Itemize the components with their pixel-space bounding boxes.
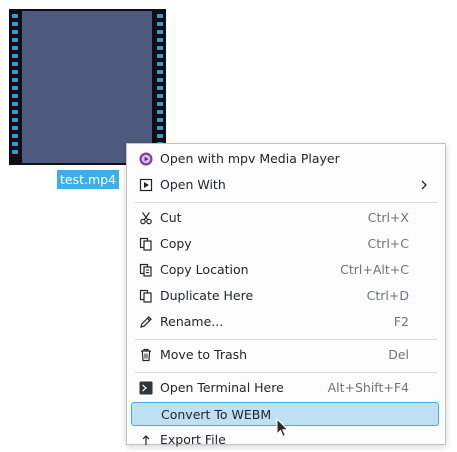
menu-item-copy[interactable]: Copy Ctrl+C xyxy=(131,232,439,256)
menu-item-shortcut: Del xyxy=(388,347,409,362)
menu-item-shortcut: Ctrl+D xyxy=(366,288,409,303)
menu-item-label: Open Terminal Here xyxy=(160,380,284,395)
menu-item-label: Move to Trash xyxy=(160,347,248,362)
video-frame xyxy=(22,11,152,163)
menu-item-label: Open With xyxy=(160,177,226,192)
menu-item-cut[interactable]: Cut Ctrl+X xyxy=(131,206,439,230)
chevron-right-icon xyxy=(421,180,427,190)
copy-location-icon xyxy=(139,263,152,277)
menu-item-rename[interactable]: Rename... F2 xyxy=(131,310,439,334)
menu-item-label: Copy xyxy=(160,236,192,251)
menu-item-copy-location[interactable]: Copy Location Ctrl+Alt+C xyxy=(131,258,439,282)
menu-separator xyxy=(135,339,437,340)
menu-item-shortcut: Ctrl+X xyxy=(367,210,409,225)
menu-item-shortcut: F2 xyxy=(393,314,409,329)
menu-item-label: Rename... xyxy=(160,314,224,329)
file-name-label[interactable]: test.mp4 xyxy=(57,170,120,189)
copy-icon xyxy=(139,237,152,251)
file-item[interactable] xyxy=(9,9,166,165)
mouse-pointer-icon xyxy=(276,418,290,438)
menu-item-open-with-mpv[interactable]: Open with mpv Media Player xyxy=(131,147,439,171)
trash-icon xyxy=(141,348,151,362)
menu-item-open-with[interactable]: Open With xyxy=(131,173,439,197)
context-menu: Open with mpv Media Player Open With Cut… xyxy=(126,143,446,447)
menu-item-shortcut: Alt+Shift+F4 xyxy=(327,380,409,395)
menu-item-move-to-trash[interactable]: Move to Trash Del xyxy=(131,343,439,367)
menu-item-label: Export File xyxy=(160,432,226,447)
menu-item-shortcut: Ctrl+C xyxy=(367,236,409,251)
menu-item-label: Duplicate Here xyxy=(160,288,254,303)
menu-separator xyxy=(135,372,437,373)
film-strip-right xyxy=(157,14,163,162)
menu-item-label: Convert To WEBM xyxy=(161,407,272,422)
menu-item-open-terminal-here[interactable]: Open Terminal Here Alt+Shift+F4 xyxy=(131,376,439,400)
export-icon xyxy=(142,435,150,445)
menu-item-label: Copy Location xyxy=(160,262,249,277)
open-with-icon xyxy=(139,178,153,192)
duplicate-icon xyxy=(139,289,152,303)
mpv-icon xyxy=(139,152,153,166)
scissors-icon xyxy=(140,212,152,225)
film-strip-left xyxy=(12,14,18,162)
pencil-icon xyxy=(140,316,152,328)
menu-item-duplicate-here[interactable]: Duplicate Here Ctrl+D xyxy=(131,284,439,308)
video-thumbnail[interactable] xyxy=(9,9,166,165)
menu-item-label: Cut xyxy=(160,210,182,225)
menu-item-shortcut: Ctrl+Alt+C xyxy=(340,262,409,277)
menu-separator xyxy=(135,202,437,203)
terminal-icon xyxy=(139,381,153,395)
menu-item-label: Open with mpv Media Player xyxy=(160,151,340,166)
